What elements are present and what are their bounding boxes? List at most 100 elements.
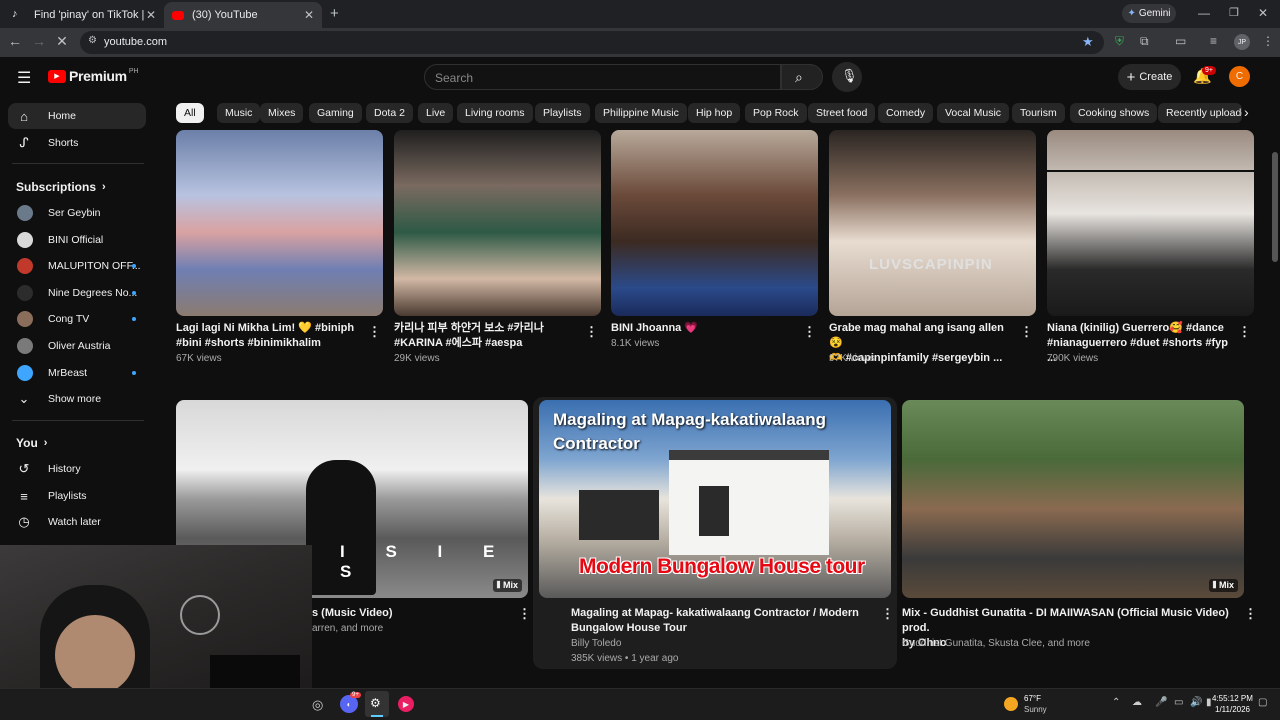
more-options-icon[interactable]: ⋮ bbox=[881, 606, 894, 622]
media-player-icon[interactable]: ▶ bbox=[398, 696, 414, 712]
extensions-icon[interactable]: ⧉ bbox=[1140, 34, 1149, 49]
onedrive-icon[interactable]: ☁ bbox=[1132, 697, 1142, 708]
chip-pop-rock[interactable]: Pop Rock bbox=[745, 103, 807, 123]
more-options-icon[interactable]: ⋮ bbox=[368, 324, 381, 340]
sidebar-item-watch-later[interactable]: ◷ Watch later bbox=[8, 509, 146, 535]
search-button[interactable]: ⌕ bbox=[781, 64, 823, 90]
chip-tourism[interactable]: Tourism bbox=[1012, 103, 1065, 123]
sidebar-item-shorts[interactable]: ᔑ Shorts bbox=[8, 130, 146, 156]
chip-philippine-music[interactable]: Philippine Music bbox=[595, 103, 687, 123]
new-tab-icon[interactable]: + bbox=[330, 5, 339, 22]
battery-icon[interactable]: ▮ bbox=[1206, 697, 1212, 708]
hamburger-menu-icon[interactable]: ☰ bbox=[17, 68, 31, 88]
site-info-icon[interactable]: ⚙ bbox=[88, 35, 97, 46]
temperature[interactable]: 67°F bbox=[1024, 694, 1041, 703]
microphone-tray-icon[interactable]: 🎤 bbox=[1155, 697, 1167, 708]
sidebar-item-subscription[interactable]: MrBeast bbox=[8, 360, 146, 386]
chip-vocal-music[interactable]: Vocal Music bbox=[937, 103, 1010, 123]
close-tab-icon[interactable]: ✕ bbox=[146, 8, 156, 22]
chip-gaming[interactable]: Gaming bbox=[309, 103, 362, 123]
cast-icon[interactable]: ▭ bbox=[1175, 34, 1186, 48]
tab-youtube[interactable]: (30) YouTube ✕ bbox=[164, 2, 322, 28]
clock-time[interactable]: 4:55:12 PM bbox=[1212, 694, 1253, 703]
chip-playlists[interactable]: Playlists bbox=[535, 103, 590, 123]
short-thumbnail[interactable] bbox=[176, 130, 383, 316]
sidebar-item-history[interactable]: ↺ History bbox=[8, 456, 146, 482]
you-header[interactable]: You › bbox=[16, 436, 47, 450]
short-title[interactable]: Lagi lagi Ni Mikha Lim! 💛 #biniph #bini #… bbox=[176, 321, 356, 351]
app-icon[interactable]: ◎ bbox=[312, 697, 323, 713]
chip-cooking-shows[interactable]: Cooking shows bbox=[1070, 103, 1158, 123]
clock-date[interactable]: 1/11/2026 bbox=[1215, 705, 1250, 714]
steam-task[interactable]: ⚙ bbox=[365, 691, 389, 717]
chip-mixes[interactable]: Mixes bbox=[260, 103, 304, 123]
chip-comedy[interactable]: Comedy bbox=[878, 103, 934, 123]
video-channel[interactable]: Guddhist Gunatita, Skusta Clee, and more bbox=[902, 638, 1090, 649]
sidebar-item-playlists[interactable]: ≡ Playlists bbox=[8, 483, 146, 509]
restore-icon[interactable]: ❐ bbox=[1229, 6, 1239, 19]
channel-avatar[interactable] bbox=[539, 606, 565, 632]
address-bar[interactable]: ⚙ youtube.com ★ bbox=[80, 31, 1104, 54]
short-title[interactable]: 카리나 피부 하얀거 보소 #카리나 #KARINA #에스파 #aespa bbox=[394, 321, 574, 351]
forward-icon[interactable]: → bbox=[29, 33, 49, 49]
scrollbar-thumb[interactable] bbox=[1272, 152, 1278, 262]
sidebar-item-home[interactable]: ⌂ Home bbox=[8, 103, 146, 129]
more-options-icon[interactable]: ⋮ bbox=[518, 606, 531, 622]
voice-search-button[interactable]: 🎙 bbox=[832, 62, 862, 92]
chip-dota-2[interactable]: Dota 2 bbox=[366, 103, 413, 123]
sidebar-item-subscription[interactable]: MALUPITON OFF... bbox=[8, 253, 146, 279]
video-title[interactable]: Magaling at Mapag- kakatiwalaang Contrac… bbox=[571, 606, 871, 636]
video-channel[interactable]: Billy Toledo bbox=[571, 638, 621, 649]
video-thumbnail[interactable]: Magaling at Mapag-kakatiwalaang Contract… bbox=[539, 400, 891, 598]
chip-living-rooms[interactable]: Living rooms bbox=[457, 103, 533, 123]
short-thumbnail[interactable] bbox=[1047, 130, 1254, 316]
gemini-button[interactable]: ✦ Gemini bbox=[1122, 4, 1176, 23]
media-icon[interactable]: ≡ bbox=[1210, 34, 1217, 48]
more-options-icon[interactable]: ⋮ bbox=[585, 324, 598, 340]
create-button[interactable]: + Create bbox=[1118, 64, 1181, 90]
stop-loading-icon[interactable]: ✕ bbox=[52, 33, 72, 50]
youtube-logo[interactable]: ▶ Premium PH bbox=[48, 68, 139, 84]
profile-avatar[interactable]: JP bbox=[1234, 34, 1250, 50]
chip-recently-uploaded[interactable]: Recently uploaded bbox=[1158, 103, 1242, 123]
volume-icon[interactable]: 🔊 bbox=[1190, 697, 1202, 708]
chip-all[interactable]: All bbox=[176, 103, 204, 123]
short-thumbnail[interactable] bbox=[394, 130, 601, 316]
chip-hip-hop[interactable]: Hip hop bbox=[688, 103, 741, 123]
back-icon[interactable]: ← bbox=[5, 33, 25, 49]
sidebar-item-subscription[interactable]: Nine Degrees No... bbox=[8, 280, 146, 306]
tray-expand-icon[interactable]: ⌃ bbox=[1112, 697, 1120, 708]
account-avatar[interactable]: C bbox=[1229, 66, 1250, 87]
video-thumbnail[interactable]: ⦀ Mix bbox=[902, 400, 1244, 598]
more-options-icon[interactable]: ⋮ bbox=[1020, 324, 1033, 340]
subscriptions-header[interactable]: Subscriptions › bbox=[16, 180, 106, 194]
search-input[interactable]: Search bbox=[424, 64, 781, 90]
minimize-icon[interactable]: — bbox=[1198, 6, 1210, 20]
more-menu-icon[interactable]: ⋮ bbox=[1262, 34, 1274, 48]
video-title[interactable]: s (Music Video) bbox=[312, 606, 512, 621]
more-options-icon[interactable]: ⋮ bbox=[1244, 606, 1257, 622]
short-thumbnail[interactable]: LUVSCAPINPIN bbox=[829, 130, 1036, 316]
more-options-icon[interactable]: ⋮ bbox=[1238, 324, 1251, 340]
tab-tiktok[interactable]: ♪ Find 'pinay' on TikTok | TikTok S ✕ bbox=[4, 2, 164, 28]
close-window-icon[interactable]: ✕ bbox=[1258, 6, 1268, 20]
chip-street-food[interactable]: Street food bbox=[808, 103, 876, 123]
video-channel[interactable]: arren, and more bbox=[312, 623, 383, 634]
chip-music[interactable]: Music bbox=[217, 103, 261, 123]
short-thumbnail[interactable] bbox=[611, 130, 818, 316]
sidebar-item-subscription[interactable]: Ser Geybin bbox=[8, 200, 146, 226]
chips-scroll-right-icon[interactable]: › bbox=[1244, 104, 1249, 120]
shield-extension-icon[interactable]: ⛨ bbox=[1115, 34, 1124, 49]
more-options-icon[interactable]: ⋮ bbox=[803, 324, 816, 340]
chip-live[interactable]: Live bbox=[418, 103, 454, 123]
network-icon[interactable]: ▭ bbox=[1174, 697, 1183, 708]
close-tab-icon[interactable]: ✕ bbox=[304, 8, 314, 22]
sidebar-item-subscription[interactable]: BINI Official bbox=[8, 227, 146, 253]
short-title[interactable]: BINI Jhoanna 💗 bbox=[611, 321, 791, 336]
sidebar-item-subscription[interactable]: Cong TV bbox=[8, 306, 146, 332]
weather-text[interactable]: Sunny bbox=[1024, 705, 1047, 714]
notifications-center-icon[interactable]: ▢ bbox=[1258, 697, 1267, 708]
show-more-button[interactable]: ⌄ Show more bbox=[8, 386, 146, 412]
bookmark-star-icon[interactable]: ★ bbox=[1082, 34, 1094, 50]
sidebar-item-subscription[interactable]: Oliver Austria bbox=[8, 333, 146, 359]
